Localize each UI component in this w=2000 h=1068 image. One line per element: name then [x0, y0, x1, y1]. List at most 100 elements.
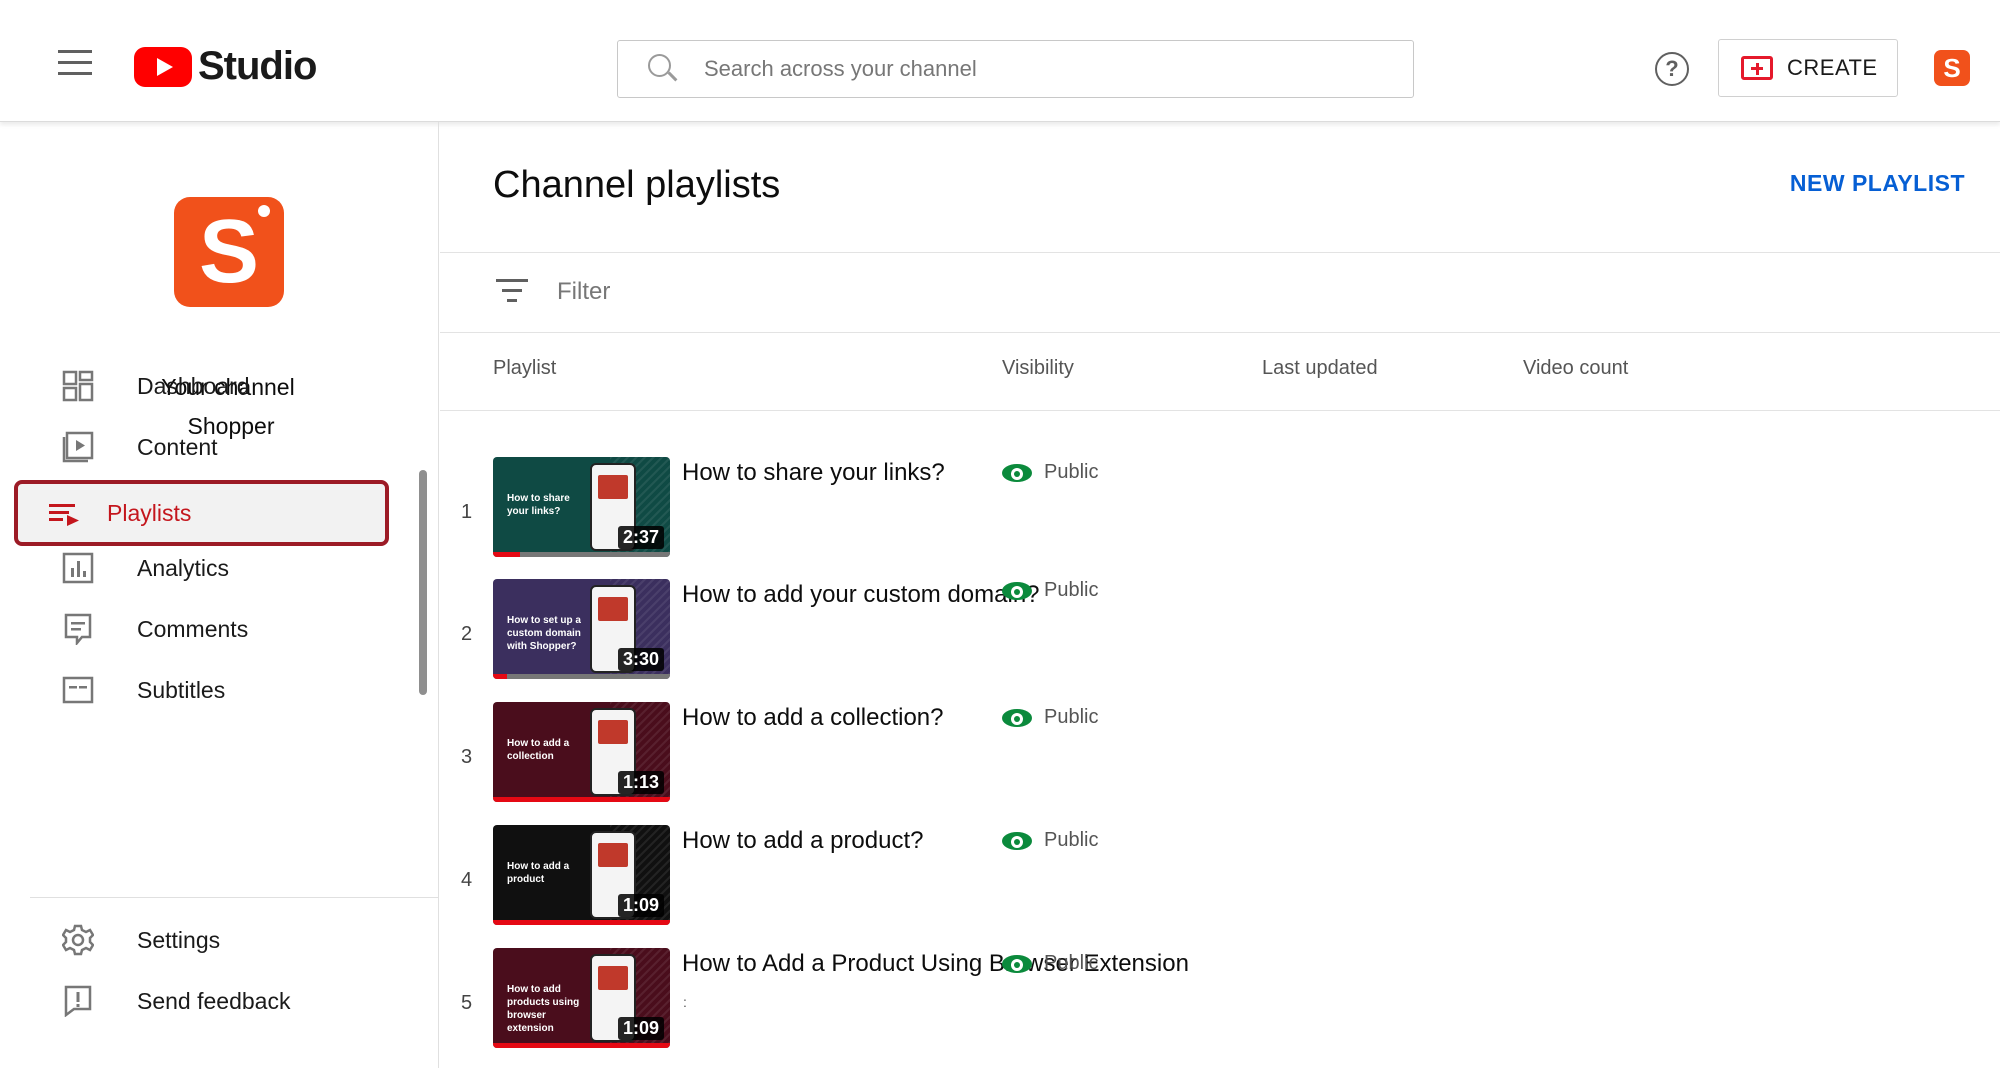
column-header-video-count[interactable]: Video count: [1523, 357, 1628, 380]
sidebar-item-label: Send feedback: [137, 987, 291, 1014]
logo-text: Studio: [198, 44, 317, 88]
sidebar-scrollbar[interactable]: [419, 470, 427, 695]
progress-bar: [493, 920, 670, 925]
playlist-thumbnail[interactable]: How to set up a custom domain with Shopp…: [493, 579, 670, 679]
visibility-label: Public: [1044, 829, 1099, 851]
account-avatar[interactable]: S: [1934, 50, 1970, 86]
divider: [440, 410, 2000, 411]
subtitles-icon: [62, 674, 94, 706]
sidebar-item-content[interactable]: Content: [18, 416, 413, 478]
sidebar-item-settings[interactable]: Settings: [18, 909, 413, 971]
progress-bar: [493, 1043, 670, 1048]
playlist-title[interactable]: How to add your custom domain?: [682, 581, 1040, 609]
divider: [440, 252, 2000, 253]
column-header-playlist[interactable]: Playlist: [493, 357, 556, 380]
sidebar: S Your channel Shopper Dashboard Content: [0, 122, 439, 1068]
channel-avatar-letter: S: [198, 202, 260, 302]
eye-icon: [1002, 464, 1032, 482]
table-row[interactable]: 3 How to add a collection 1:13 How to ad…: [440, 702, 2000, 812]
filter-input[interactable]: Filter: [557, 278, 610, 306]
comments-icon: [62, 613, 94, 647]
thumbnail-text: How to add products using browser extens…: [507, 984, 580, 1034]
progress-bar: [493, 552, 520, 557]
create-video-icon: [1741, 56, 1773, 80]
playlist-thumbnail[interactable]: How to add a collection 1:13: [493, 702, 670, 802]
sidebar-item-label: Subtitles: [137, 676, 226, 703]
create-label: CREATE: [1787, 55, 1878, 80]
progress-track: [493, 674, 670, 679]
feedback-icon: [62, 985, 94, 1018]
video-duration: 1:09: [617, 894, 664, 917]
dashboard-icon: [62, 370, 94, 402]
channel-avatar[interactable]: S: [174, 197, 284, 307]
gear-icon: [61, 924, 95, 956]
playlist-title[interactable]: How to Add a Product Using Browser Exten…: [682, 950, 1189, 978]
main-content: Channel playlists NEW PLAYLIST Filter Pl…: [440, 122, 2000, 1068]
playlist-thumbnail[interactable]: How to add products using browser extens…: [493, 948, 670, 1048]
video-duration: 1:09: [617, 1017, 664, 1040]
eye-icon: [1002, 955, 1032, 973]
video-duration: 2:37: [617, 526, 664, 549]
row-sub-mark: :: [683, 994, 687, 1010]
studio-page: Studio ? CREATE S S Your channel Shopper: [0, 0, 2000, 1068]
page-title: Channel playlists: [493, 164, 781, 206]
eye-icon: [1002, 832, 1032, 850]
sidebar-item-analytics[interactable]: Analytics: [18, 537, 413, 599]
playlists-icon: [48, 497, 80, 529]
thumbnail-text: How to set up a custom domain with Shopp…: [507, 615, 581, 652]
playlist-title[interactable]: How to add a collection?: [682, 704, 944, 732]
playlist-thumbnail[interactable]: How to add a product 1:09: [493, 825, 670, 925]
playlist-thumbnail[interactable]: How to share your links? 2:37: [493, 457, 670, 557]
sidebar-item-dashboard[interactable]: Dashboard: [18, 355, 413, 417]
progress-bar: [493, 674, 507, 679]
row-number: 3: [461, 746, 473, 768]
table-row[interactable]: 1 How to share your links? 2:37 How to s…: [440, 457, 2000, 567]
video-duration: 1:13: [617, 771, 664, 794]
row-number: 1: [461, 501, 473, 523]
menu-icon[interactable]: [58, 50, 92, 76]
visibility-label: Public: [1044, 706, 1099, 728]
sidebar-item-subtitles[interactable]: Subtitles: [18, 659, 413, 721]
table-row[interactable]: 2 How to set up a custom domain with Sho…: [440, 579, 2000, 689]
visibility-label: Public: [1044, 461, 1099, 483]
playlist-title[interactable]: How to share your links?: [682, 459, 945, 487]
create-button[interactable]: CREATE: [1718, 39, 1898, 97]
thumbnail-text: How to share your links?: [507, 493, 570, 517]
sidebar-item-comments[interactable]: Comments: [18, 598, 413, 660]
row-number: 4: [461, 869, 473, 891]
sidebar-item-label: Settings: [137, 926, 221, 953]
filter-icon[interactable]: [496, 279, 528, 303]
search-bar[interactable]: [617, 40, 1414, 98]
divider: [440, 332, 2000, 333]
row-number: 2: [461, 623, 473, 645]
column-header-visibility[interactable]: Visibility: [1002, 357, 1074, 380]
eye-icon: [1002, 582, 1032, 600]
sidebar-divider: [30, 897, 439, 898]
content-icon: [62, 431, 94, 463]
sidebar-item-label: Analytics: [137, 554, 230, 581]
youtube-play-icon: [134, 46, 192, 87]
playlist-title[interactable]: How to add a product?: [682, 827, 924, 855]
sidebar-item-send-feedback[interactable]: Send feedback: [18, 970, 413, 1032]
sidebar-item-label: Content: [137, 433, 218, 460]
help-icon[interactable]: ?: [1655, 52, 1689, 86]
progress-bar: [493, 797, 670, 802]
thumbnail-text: How to add a product: [507, 861, 570, 885]
search-icon[interactable]: [648, 54, 678, 84]
eye-icon: [1002, 709, 1032, 727]
sidebar-item-label: Playlists: [107, 499, 192, 526]
analytics-icon: [62, 552, 94, 584]
sidebar-item-label: Dashboard: [137, 372, 250, 399]
new-playlist-button[interactable]: NEW PLAYLIST: [1790, 170, 1965, 197]
top-header: Studio ? CREATE S: [0, 0, 2000, 122]
studio-logo[interactable]: Studio: [134, 44, 317, 89]
table-row[interactable]: 5 How to add products using browser exte…: [440, 948, 2000, 1058]
column-header-last-updated[interactable]: Last updated: [1262, 357, 1378, 380]
row-number: 5: [461, 992, 473, 1014]
table-row[interactable]: 4 How to add a product 1:09 How to add a…: [440, 825, 2000, 935]
search-input[interactable]: [704, 56, 1384, 82]
thumbnail-text: How to add a collection: [507, 738, 570, 762]
video-duration: 3:30: [617, 648, 664, 671]
visibility-label: Public: [1044, 579, 1099, 601]
visibility-label: Public: [1044, 952, 1099, 974]
